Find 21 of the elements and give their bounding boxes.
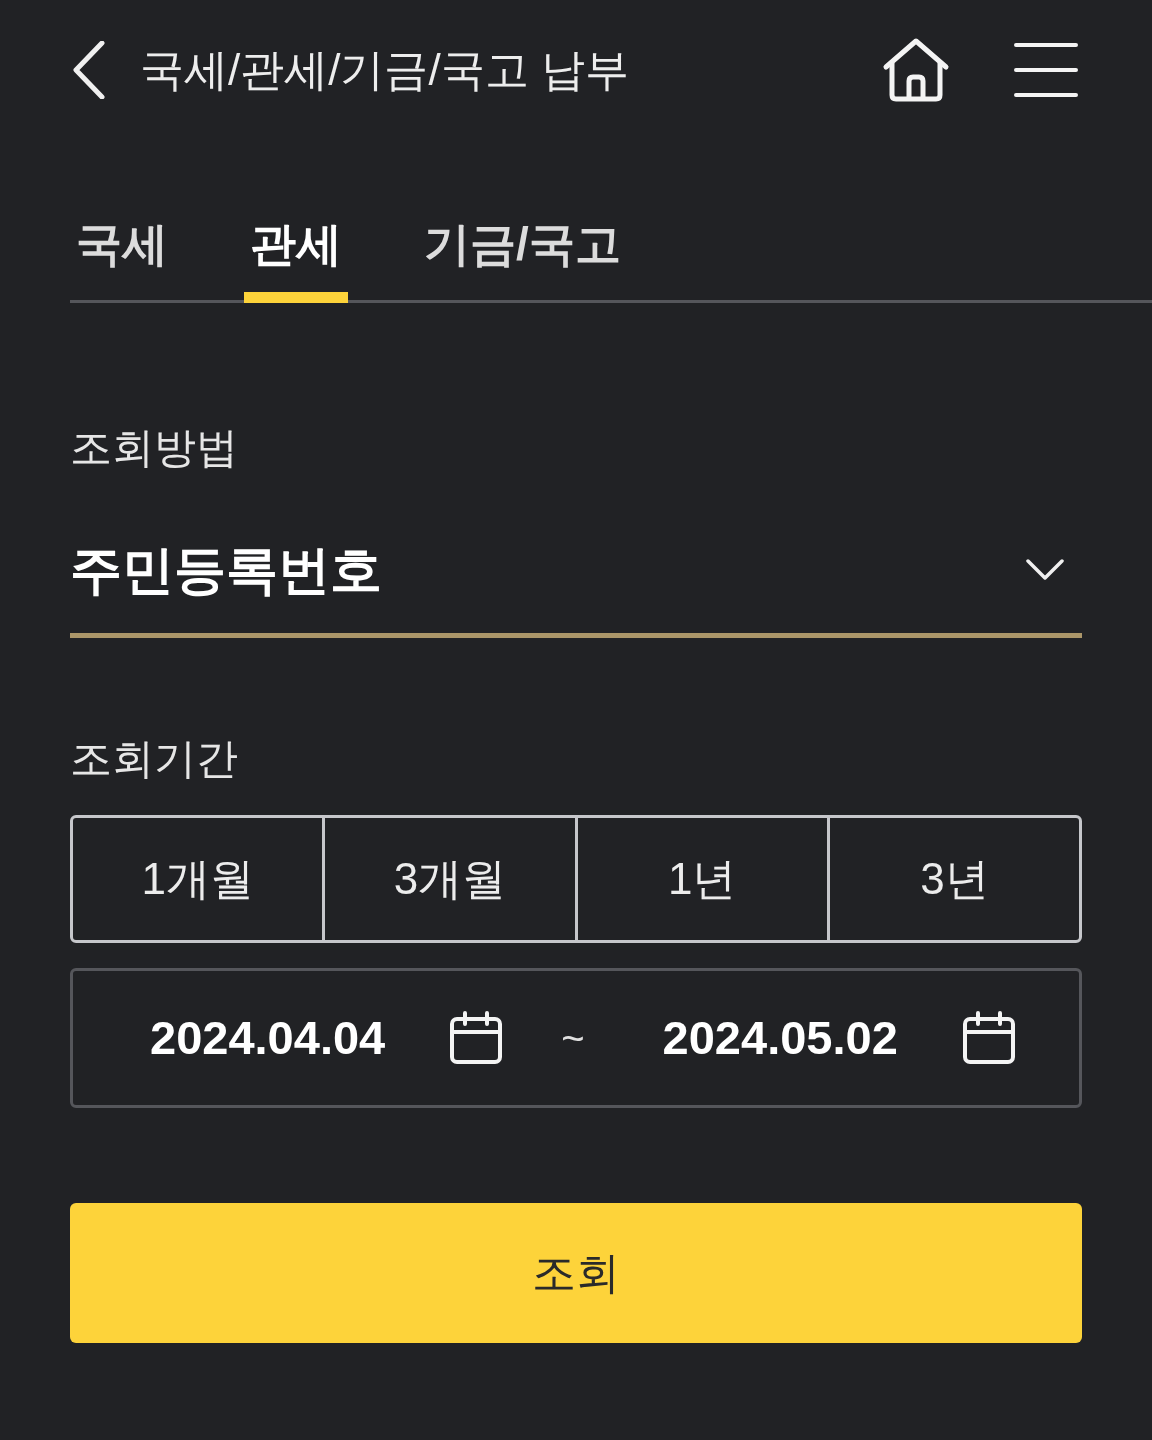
period-button[interactable]: 3년 — [826, 818, 1079, 940]
back-icon[interactable] — [72, 41, 106, 99]
tab[interactable]: 국세 — [70, 216, 174, 303]
calendar-icon[interactable] — [449, 1011, 504, 1065]
range-separator: ~ — [561, 1015, 585, 1062]
tab[interactable]: 관세 — [244, 216, 348, 303]
end-date[interactable]: 2024.05.02 — [662, 1010, 898, 1066]
period-button[interactable]: 3개월 — [322, 818, 575, 940]
page-title: 국세/관세/기금/국고 납부 — [140, 43, 629, 96]
tab[interactable]: 기금/국고 — [418, 216, 627, 303]
chevron-down-icon — [1026, 559, 1064, 581]
menu-icon[interactable] — [1014, 42, 1078, 98]
start-date[interactable]: 2024.04.04 — [150, 1010, 386, 1066]
method-dropdown[interactable]: 주민등록번호 — [70, 539, 1082, 638]
home-icon[interactable] — [882, 37, 950, 103]
section-label: 조회기간 — [70, 734, 239, 784]
search-button[interactable]: 조회 — [70, 1203, 1082, 1343]
section-label: 조회방법 — [70, 423, 239, 473]
period-button[interactable]: 1년 — [574, 818, 827, 940]
calendar-icon[interactable] — [961, 1011, 1016, 1065]
period-button[interactable]: 1개월 — [73, 818, 323, 940]
